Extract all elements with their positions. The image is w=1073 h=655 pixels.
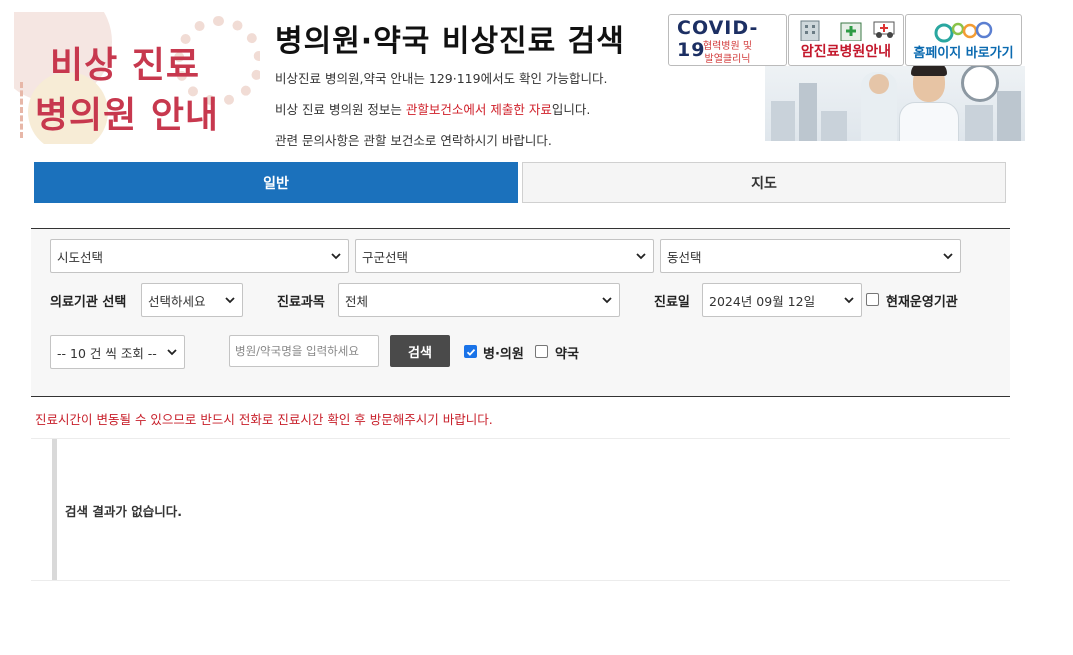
info-line-source-prefix: 비상 진료 병의원 정보는 [275, 102, 406, 117]
ambulance-icon [873, 17, 899, 44]
dong-select-value: 동선택 [667, 249, 702, 265]
org-type-label: 의료기관 선택 [50, 295, 127, 310]
logo-text-line2: 병의원 안내 [34, 95, 220, 136]
doctor-photo [765, 66, 1025, 141]
chevron-down-icon [330, 249, 342, 266]
egen-logo-icon [934, 21, 993, 43]
clock-icon [961, 66, 999, 102]
date-label: 진료일 [654, 295, 690, 310]
empty-result-message: 검색 결과가 없습니다. [65, 504, 182, 519]
cancer-hospital-banner-label: 암진료병원안내 [800, 44, 892, 60]
covid-banner-sub1: 협력병원 및 [702, 41, 753, 52]
result-divider [31, 438, 1010, 439]
chevron-down-icon [224, 293, 236, 310]
info-line-contact: 관련 문의사항은 관할 보건소로 연락하시기 바랍니다. [275, 133, 552, 148]
info-line-phone: 비상진료 병의원,약국 안내는 129·119에서도 확인 가능합니다. [275, 71, 608, 86]
info-line-source-suffix: 입니다. [551, 102, 591, 117]
open-now-label: 현재운영기관 [886, 295, 958, 310]
pharmacy-checkbox-label: 약국 [555, 347, 579, 362]
info-line-source-highlight: 관할보건소에서 제출한 자료 [405, 102, 552, 117]
building-shape [965, 105, 993, 141]
building-shape [799, 83, 817, 141]
nurse-figure [861, 72, 897, 141]
pharmacy-checkbox[interactable] [535, 345, 548, 358]
doctor-figure [899, 66, 959, 141]
org-type-select[interactable]: 선택하세요 [141, 283, 243, 317]
gugun-select[interactable]: 구군선택 [355, 239, 654, 273]
department-select[interactable]: 전체 [338, 283, 620, 317]
result-left-bar [52, 439, 57, 580]
building-shape [771, 101, 795, 141]
emergency-care-logo: 비상 진료 병의원 안내 [14, 12, 260, 144]
homepage-banner-label: 홈페이지 바로가기 [913, 46, 1014, 61]
building-shape [821, 111, 847, 141]
covid-banner-sub2: 발열클리닉 [704, 54, 751, 65]
department-label: 진료과목 [277, 295, 325, 310]
cancer-hospital-banner-link[interactable]: 암진료병원안내 [788, 14, 904, 66]
logo-text-line1: 비상 진료 [49, 45, 200, 86]
sido-select[interactable]: 시도선택 [50, 239, 349, 273]
homepage-banner-link[interactable]: 홈페이지 바로가기 [905, 14, 1022, 66]
tab-map[interactable]: 지도 [522, 162, 1006, 203]
result-divider [31, 580, 1010, 581]
hospital-checkbox-label: 병·의원 [483, 347, 524, 362]
dong-select[interactable]: 동선택 [660, 239, 961, 273]
page-size-select-value: -- 10 건 씩 조회 -- [57, 345, 157, 361]
covid-banner-link[interactable]: COVID-19 협력병원 및 발열클리닉 [668, 14, 787, 66]
chevron-down-icon [843, 293, 855, 310]
chevron-down-icon [601, 293, 613, 310]
chevron-down-icon [166, 345, 178, 362]
tab-general[interactable]: 일반 [34, 162, 518, 203]
page-size-select[interactable]: -- 10 건 씩 조회 -- [50, 335, 185, 369]
checkmark-icon [466, 348, 475, 356]
info-line-source: 비상 진료 병의원 정보는 관할보건소에서 제출한 자료입니다. [275, 99, 590, 118]
page-title: 병의원·약국 비상진료 검색 [275, 24, 625, 59]
org-type-select-value: 선택하세요 [148, 293, 206, 309]
sido-select-value: 시도선택 [57, 249, 104, 265]
hospital-checkbox[interactable] [464, 345, 477, 358]
chevron-down-icon [942, 249, 954, 266]
building-shape [997, 91, 1021, 141]
gugun-select-value: 구군선택 [362, 249, 409, 265]
name-search-input[interactable]: 병원/약국명을 입력하세요 [229, 335, 379, 367]
date-select[interactable]: 2024년 09월 12일 [702, 283, 862, 317]
open-now-checkbox[interactable] [866, 293, 879, 306]
visit-notice: 진료시간이 변동될 수 있으므로 반드시 전화로 진료시간 확인 후 방문해주시… [35, 412, 493, 427]
department-select-value: 전체 [345, 293, 369, 309]
date-select-value: 2024년 09월 12일 [709, 293, 816, 309]
chevron-down-icon [635, 249, 647, 266]
search-button[interactable]: 검색 [390, 335, 450, 367]
